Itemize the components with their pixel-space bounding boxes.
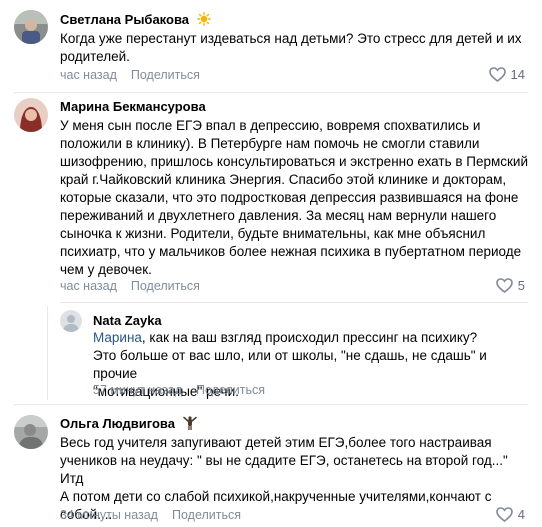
avatar[interactable] — [60, 310, 82, 332]
comment-author[interactable]: Светлана Рыбакова — [60, 12, 211, 29]
comment-time[interactable]: 57 минут назад — [93, 383, 182, 397]
reply-to-link[interactable]: Марина — [93, 330, 142, 345]
comment-author[interactable]: Nata Zayka — [93, 313, 162, 328]
heart-icon — [488, 67, 506, 82]
divider — [14, 404, 528, 405]
like-count: 14 — [510, 67, 525, 82]
divider — [60, 302, 528, 303]
share-button[interactable]: Поделиться — [172, 508, 241, 522]
comment-time[interactable]: 34 минуты назад — [60, 508, 158, 522]
heart-icon — [495, 278, 513, 293]
like-button[interactable]: 14 — [488, 67, 525, 82]
avatar[interactable] — [14, 415, 48, 449]
like-count: 5 — [517, 278, 525, 293]
divider — [14, 92, 528, 93]
author-name[interactable]: Светлана Рыбакова — [60, 12, 189, 27]
like-button[interactable]: 5 — [495, 278, 525, 293]
gesture-icon — [182, 416, 197, 433]
comment-meta: час назад Поделиться — [60, 68, 200, 82]
comment-text: У меня сын после ЕГЭ впал в депрессию, в… — [60, 118, 529, 277]
comment-meta: 34 минуты назад Поделиться — [60, 508, 241, 522]
thread-line — [47, 306, 48, 400]
comment-meta: час назад Поделиться — [60, 279, 200, 293]
comment-meta: 57 минут назад Поделиться — [93, 383, 265, 397]
comment-author[interactable]: Ольга Людвигова — [60, 416, 197, 433]
comment-author[interactable]: Марина Бекмансурова — [60, 99, 206, 114]
share-button[interactable]: Поделиться — [131, 279, 200, 293]
sun-icon — [196, 12, 211, 29]
share-button[interactable]: Поделиться — [131, 68, 200, 82]
like-count: 4 — [517, 507, 525, 522]
comment-time[interactable]: час назад — [60, 68, 117, 82]
avatar[interactable] — [14, 10, 48, 44]
author-name[interactable]: Ольга Людвигова — [60, 416, 175, 431]
comment-text: Когда уже перестанут издеваться над деть… — [60, 31, 522, 64]
comment-time[interactable]: час назад — [60, 279, 117, 293]
share-button[interactable]: Поделиться — [196, 383, 265, 397]
avatar[interactable] — [14, 98, 48, 132]
like-button[interactable]: 4 — [495, 507, 525, 522]
heart-icon — [495, 507, 513, 522]
